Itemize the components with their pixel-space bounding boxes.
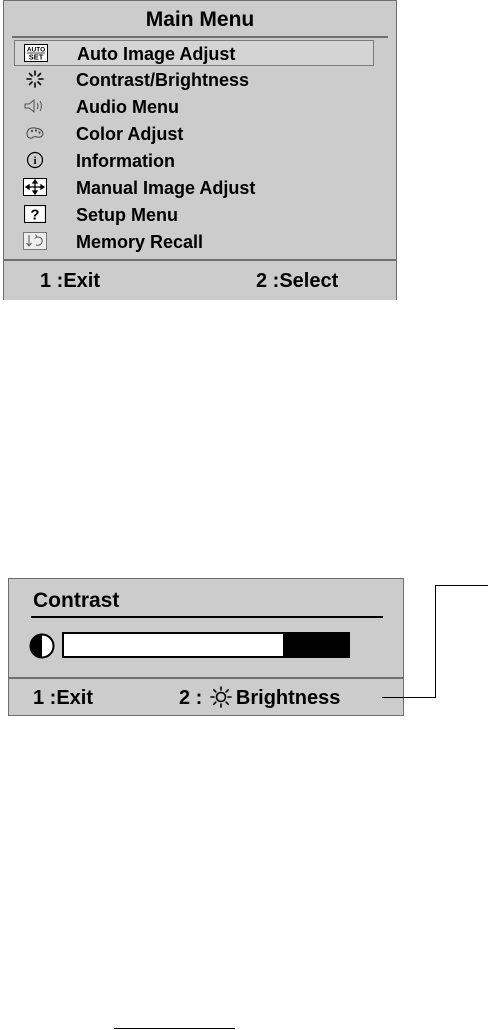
audio-speaker-icon: [22, 97, 48, 115]
menu-item-color-adjust[interactable]: Color Adjust: [14, 121, 374, 147]
contrast-level-fill: [64, 634, 283, 656]
contrast-footer: 1 :Exit 2 : Brightness: [9, 677, 403, 716]
callout-line-vertical: [435, 585, 436, 698]
menu-item-information[interactable]: i Information: [14, 148, 374, 174]
title-divider: [31, 616, 383, 618]
contrast-title: Contrast: [33, 589, 120, 612]
brightness-hint[interactable]: 2 : Brightness: [179, 678, 340, 718]
menu-item-label: Manual Image Adjust: [76, 178, 256, 198]
menu-item-setup-menu[interactable]: ? Setup Menu: [14, 202, 374, 228]
menu-item-label: Setup Menu: [76, 205, 178, 225]
select-hint[interactable]: 2 :Select: [256, 261, 338, 301]
svg-text:SET: SET: [29, 53, 44, 62]
menu-item-auto-image-adjust[interactable]: AUTO SET Auto Image Adjust: [14, 40, 374, 66]
menu-item-label: Auto Image Adjust: [77, 44, 236, 64]
information-icon: i: [22, 151, 48, 169]
main-menu-footer: 1 :Exit 2 :Select: [4, 259, 396, 300]
callout-line-horizontal: [382, 697, 436, 698]
menu-item-label: Memory Recall: [76, 232, 204, 252]
svg-text:i: i: [33, 155, 36, 167]
menu-item-contrast-brightness[interactable]: Contrast/Brightness: [14, 67, 374, 93]
menu-item-label: Contrast/Brightness: [76, 70, 250, 90]
move-arrows-icon: [22, 178, 48, 196]
contrast-slider[interactable]: [62, 632, 350, 658]
brightness-key: 2 :: [179, 687, 203, 709]
title-divider: [12, 36, 388, 38]
contrast-icon: [29, 633, 55, 659]
exit-hint[interactable]: 1 :Exit: [33, 678, 93, 718]
exit-hint[interactable]: 1 :Exit: [40, 261, 100, 301]
contrast-panel: Contrast 1 :Exit 2 : Brightness: [8, 578, 404, 716]
menu-item-label: Color Adjust: [76, 124, 184, 144]
svg-text:?: ?: [30, 207, 39, 224]
contrast-brightness-icon: [22, 70, 48, 88]
menu-item-audio-menu[interactable]: Audio Menu: [14, 94, 374, 120]
color-palette-icon: [22, 124, 48, 142]
auto-set-icon: AUTO SET: [23, 44, 49, 62]
menu-item-memory-recall[interactable]: Memory Recall: [14, 229, 374, 255]
menu-item-manual-image-adjust[interactable]: Manual Image Adjust: [14, 175, 374, 201]
bottom-rule: [114, 1028, 235, 1029]
question-icon: ?: [22, 205, 48, 223]
sun-icon: [210, 686, 232, 708]
callout-line-top: [435, 585, 488, 586]
main-menu-panel: Main Menu AUTO SET Auto Image Adjust Con…: [3, 0, 397, 300]
memory-recall-icon: [22, 232, 48, 250]
brightness-label: Brightness: [235, 687, 341, 709]
main-menu-title: Main Menu: [145, 8, 255, 31]
menu-item-label: Audio Menu: [76, 97, 179, 117]
menu-item-label: Information: [76, 151, 175, 171]
